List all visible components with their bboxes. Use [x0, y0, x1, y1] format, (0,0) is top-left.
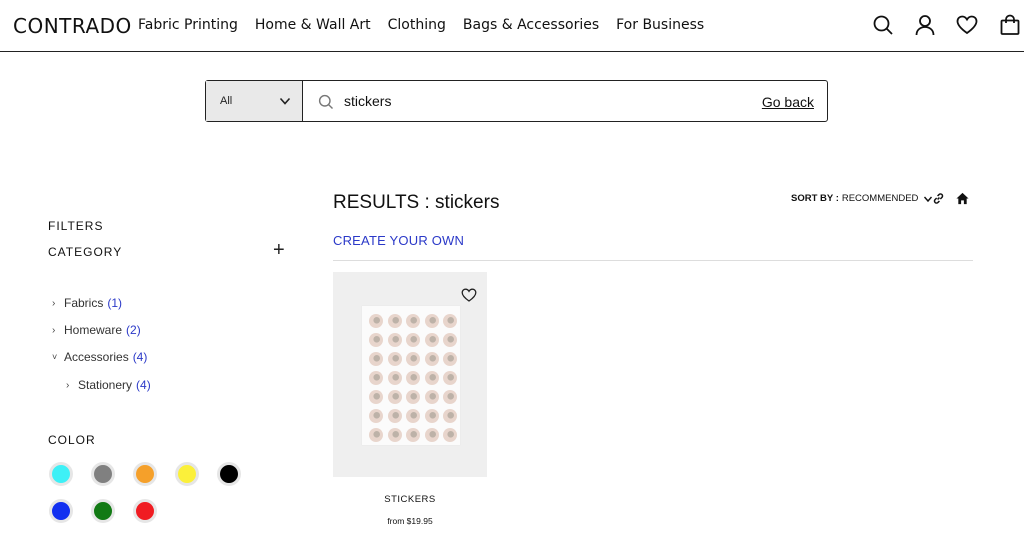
sticker-dot: [387, 371, 402, 385]
category-label: Accessories: [64, 350, 129, 364]
product-card[interactable]: [333, 272, 487, 477]
expand-plus-icon[interactable]: +: [273, 240, 287, 260]
sticker-dot: [387, 428, 402, 442]
sticker-dot: [424, 314, 439, 328]
main-nav: Fabric Printing Home & Wall Art Clothing…: [138, 17, 721, 33]
filters-heading: FILTERS: [48, 219, 104, 233]
sort-by-value: RECOMMENDED: [841, 193, 919, 204]
search-icon[interactable]: [872, 14, 894, 36]
site-logo[interactable]: CONTRADO: [13, 14, 132, 38]
site-header: CONTRADO Fabric Printing Home & Wall Art…: [0, 0, 1024, 52]
sticker-dot: [369, 371, 383, 385]
home-icon[interactable]: [956, 192, 969, 205]
chevron-down-icon: [279, 97, 291, 105]
wishlist-heart-icon[interactable]: [956, 14, 978, 36]
sticker-dot: [387, 390, 402, 404]
color-swatch-black[interactable]: [217, 462, 241, 486]
category-count: (2): [126, 323, 141, 337]
sticker-dot: [369, 428, 383, 442]
sort-by-dropdown[interactable]: SORT BY : RECOMMENDED: [791, 193, 933, 204]
sticker-dot: [443, 352, 457, 366]
sticker-dot: [424, 409, 439, 423]
nav-bags-accessories[interactable]: Bags & Accessories: [463, 17, 599, 33]
search-icon: [318, 94, 333, 109]
sticker-dot: [387, 352, 402, 366]
color-heading: COLOR: [48, 433, 96, 447]
sticker-dot: [406, 371, 420, 385]
account-icon[interactable]: [914, 14, 936, 36]
create-your-own-link[interactable]: CREATE YOUR OWN: [333, 233, 464, 248]
sort-by-label: SORT BY :: [791, 193, 839, 204]
chevron-right-icon: ›: [66, 379, 70, 391]
category-heading[interactable]: CATEGORY: [48, 245, 122, 259]
sticker-dot: [369, 352, 383, 366]
category-label: Homeware: [64, 323, 123, 337]
search-input[interactable]: [344, 90, 744, 112]
sticker-dot: [443, 314, 457, 328]
sticker-dot: [406, 352, 420, 366]
sticker-dot: [424, 371, 439, 385]
sticker-dot: [387, 409, 402, 423]
product-price: from $19.95: [387, 516, 433, 526]
product-name[interactable]: STICKERS: [333, 494, 487, 505]
category-item-accessories[interactable]: ˅ Accessories (4): [52, 350, 147, 364]
color-swatch-grey[interactable]: [91, 462, 115, 486]
sticker-dot: [424, 428, 439, 442]
nav-home-wall-art[interactable]: Home & Wall Art: [255, 17, 371, 33]
sticker-dot: [406, 390, 420, 404]
category-item-homeware[interactable]: › Homeware (2): [52, 323, 141, 337]
go-back-link[interactable]: Go back: [762, 94, 814, 110]
sticker-dot: [387, 333, 402, 347]
color-swatch-cyan[interactable]: [49, 462, 73, 486]
search-bar: All Go back: [205, 80, 828, 122]
sticker-dot: [443, 371, 457, 385]
color-swatch-red[interactable]: [133, 499, 157, 523]
sticker-dot: [443, 409, 457, 423]
search-scope-value: All: [220, 95, 233, 107]
sticker-dot: [424, 352, 439, 366]
results-title: RESULTS : stickers: [333, 192, 500, 213]
category-label: Stationery: [78, 378, 133, 392]
sticker-dot: [369, 409, 383, 423]
category-count: (4): [136, 378, 151, 392]
category-count: (1): [107, 296, 123, 310]
sticker-dot: [406, 314, 420, 328]
color-swatch-yellow[interactable]: [175, 462, 199, 486]
sticker-dot: [406, 333, 420, 347]
chevron-right-icon: ›: [52, 324, 56, 336]
color-swatch-blue[interactable]: [49, 499, 73, 523]
sticker-dot: [443, 333, 457, 347]
sticker-dot: [369, 333, 383, 347]
category-count: (4): [132, 350, 148, 364]
sticker-dot: [443, 390, 457, 404]
sticker-dot: [424, 390, 439, 404]
sticker-dot: [443, 428, 457, 442]
sticker-dot: [369, 390, 383, 404]
link-icon[interactable]: [932, 192, 945, 205]
sticker-sheet-image: [362, 306, 460, 445]
category-label: Fabrics: [64, 296, 104, 310]
sticker-dot: [406, 428, 420, 442]
color-swatch-orange[interactable]: [133, 462, 157, 486]
nav-fabric-printing[interactable]: Fabric Printing: [138, 17, 238, 33]
sticker-dot: [406, 409, 420, 423]
nav-for-business[interactable]: For Business: [616, 17, 704, 33]
results-divider: [333, 260, 973, 261]
color-swatch-green[interactable]: [91, 499, 115, 523]
category-item-fabrics[interactable]: › Fabrics (1): [52, 296, 122, 310]
category-item-stationery[interactable]: › Stationery (4): [66, 378, 151, 392]
sticker-dot: [369, 314, 383, 328]
chevron-right-icon: ›: [52, 297, 56, 309]
chevron-down-icon: ˅: [52, 352, 58, 362]
cart-bag-icon[interactable]: [999, 14, 1021, 36]
nav-clothing[interactable]: Clothing: [388, 17, 446, 33]
search-scope-dropdown[interactable]: All: [206, 81, 303, 121]
sticker-dot: [387, 314, 402, 328]
sticker-dot: [424, 333, 439, 347]
heart-icon[interactable]: [461, 287, 477, 303]
